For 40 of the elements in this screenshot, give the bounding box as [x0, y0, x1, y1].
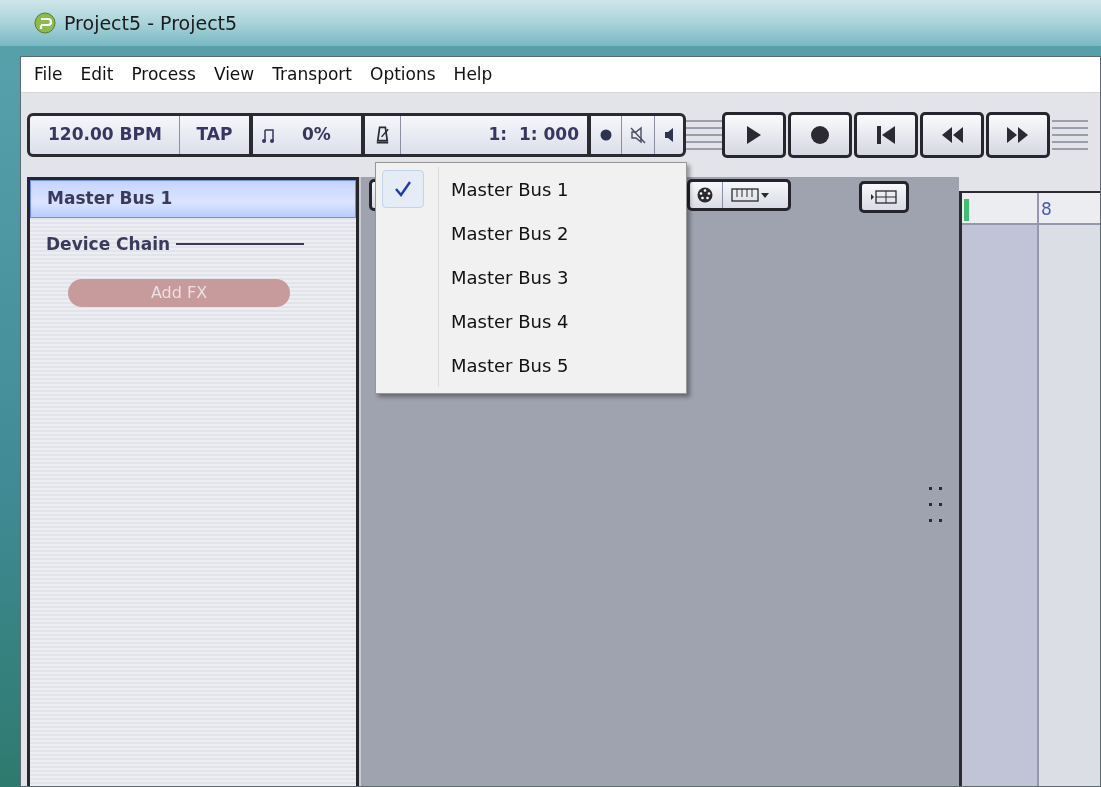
position-display[interactable]: 1: 1: 000 [401, 116, 591, 154]
app-logo-icon [34, 12, 56, 34]
bar-number: 8 [1040, 198, 1052, 221]
window-title: Project5 - Project5 [64, 10, 238, 36]
tap-button[interactable]: TAP [180, 116, 253, 154]
fast-forward-icon [1007, 124, 1029, 146]
rewind-to-start-button[interactable] [854, 112, 918, 158]
staff-lines [1052, 118, 1088, 152]
menu-item[interactable]: Master Bus 1 [438, 167, 569, 211]
panel-title: Master Bus 1 [30, 180, 356, 218]
menu-item[interactable]: Help [446, 61, 500, 88]
skip-to-start-icon [875, 124, 897, 146]
record-icon [809, 124, 831, 146]
menu-item[interactable]: Master Bus 3 [438, 255, 569, 299]
section-heading: Device Chain [46, 232, 171, 256]
track-view-button[interactable] [859, 181, 909, 213]
swing-value[interactable]: 0% [302, 122, 331, 148]
grid-icon [870, 189, 898, 205]
record-dot-icon[interactable] [599, 128, 613, 142]
menu-item[interactable]: Master Bus 5 [438, 343, 569, 387]
mute-speaker-icon[interactable] [630, 126, 646, 144]
tempo-display[interactable]: 120.00 BPM [30, 116, 180, 154]
play-button[interactable] [722, 112, 786, 158]
menu-item[interactable]: Master Bus 4 [438, 299, 569, 343]
speaker-icon[interactable] [663, 126, 675, 144]
menu-item[interactable]: Transport [265, 61, 359, 88]
menu-item[interactable]: Options [363, 61, 443, 88]
fast-forward-button[interactable] [986, 112, 1050, 158]
rewind-button[interactable] [920, 112, 984, 158]
menu-item[interactable]: View [206, 61, 262, 88]
record-button[interactable] [788, 112, 852, 158]
menu-item[interactable]: Master Bus 2 [438, 211, 569, 255]
staff-lines [686, 118, 722, 152]
menu-item[interactable]: File [27, 61, 70, 88]
piano-keyboard-icon[interactable] [731, 187, 771, 203]
menu-item[interactable]: Edit [73, 61, 121, 88]
menu-item[interactable]: Process [124, 61, 203, 88]
rewind-icon [941, 124, 963, 146]
midi-connector-icon[interactable] [696, 186, 714, 204]
music-note-icon[interactable] [261, 126, 276, 144]
